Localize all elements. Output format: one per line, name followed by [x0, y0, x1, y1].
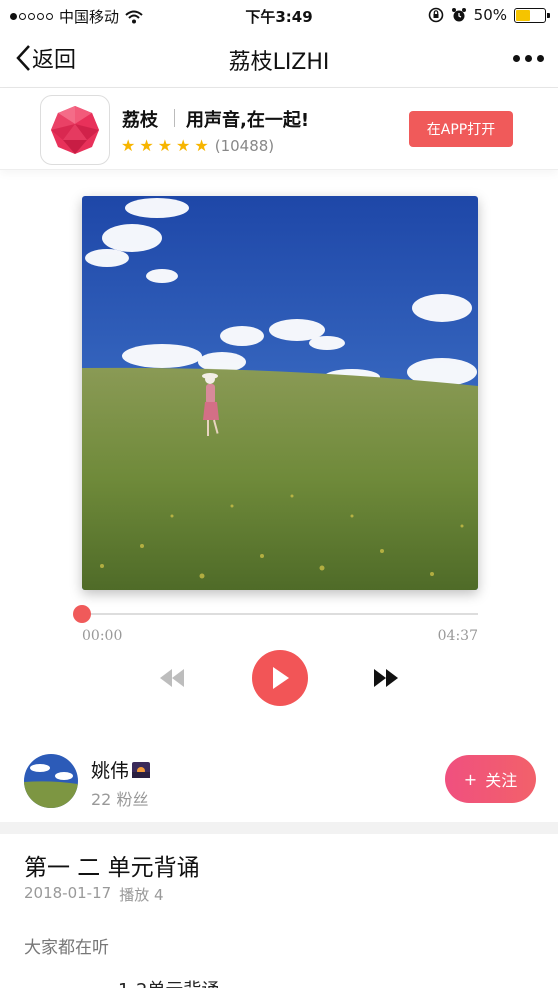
follow-button[interactable]: + 关注	[445, 755, 536, 803]
app-download-banner: 荔枝 用声音,在一起! ★ ★ ★ ★ ★ (10488) 在APP打开	[0, 88, 558, 170]
rewind-icon	[160, 669, 184, 687]
avatar[interactable]	[24, 754, 78, 808]
rating-count: (10488)	[214, 136, 275, 155]
rotation-lock-icon	[428, 7, 443, 23]
open-in-app-button[interactable]: 在APP打开	[409, 111, 513, 147]
program-title: 第一 二 单元背诵	[24, 855, 200, 881]
author-name: 姚伟	[91, 760, 130, 782]
current-time: 00:00	[82, 628, 123, 644]
author-name-group[interactable]: 姚伟	[91, 756, 151, 783]
page-title: 荔枝LIZHI	[228, 50, 330, 75]
app-rating: ★ ★ ★ ★ ★ (10488)	[121, 136, 274, 155]
author-row: 姚伟 22 粉丝 + 关注	[0, 740, 558, 822]
fast-forward-icon	[374, 669, 398, 687]
lychee-logo-icon	[51, 106, 99, 154]
battery-percent: 50%	[473, 6, 507, 24]
star-icon: ★	[176, 136, 191, 155]
app-slogan: 用声音,在一起!	[186, 110, 310, 131]
program-meta: 2018-01-17 播放 4	[24, 884, 164, 905]
cover-image	[82, 196, 478, 590]
star-icon: ★	[121, 136, 136, 155]
fast-forward-button[interactable]	[372, 667, 400, 693]
alarm-icon	[451, 8, 466, 22]
app-logo	[40, 95, 110, 165]
star-icon: ★	[157, 136, 173, 155]
status-right: 50%	[428, 6, 550, 24]
list-item[interactable]: 1-2单元背诵	[118, 976, 219, 988]
nav-bar: 返回 荔枝LIZHI	[0, 32, 558, 88]
play-button[interactable]	[252, 650, 308, 706]
author-fans: 22 粉丝	[91, 790, 149, 809]
app-name: 荔枝	[122, 110, 158, 131]
program-date: 2018-01-17	[24, 884, 112, 902]
sunset-emoji-icon	[132, 761, 151, 778]
section-divider	[0, 822, 558, 834]
progress-thumb[interactable]	[73, 605, 91, 623]
star-icon: ★	[194, 136, 209, 155]
follow-label: 关注	[485, 771, 518, 790]
play-icon	[273, 667, 289, 689]
total-time: 04:37	[437, 628, 478, 644]
program-plays: 播放 4	[119, 886, 164, 904]
more-options-icon[interactable]	[513, 46, 544, 70]
star-icon: ★	[139, 136, 154, 155]
status-bar: 中国移动 下午3:49 50%	[0, 0, 558, 32]
rewind-button[interactable]	[158, 667, 186, 693]
battery-icon	[514, 7, 550, 23]
progress-track[interactable]	[82, 613, 478, 615]
plus-icon: +	[463, 769, 478, 789]
listening-section-title: 大家都在听	[24, 938, 109, 958]
banner-divider	[174, 109, 175, 127]
